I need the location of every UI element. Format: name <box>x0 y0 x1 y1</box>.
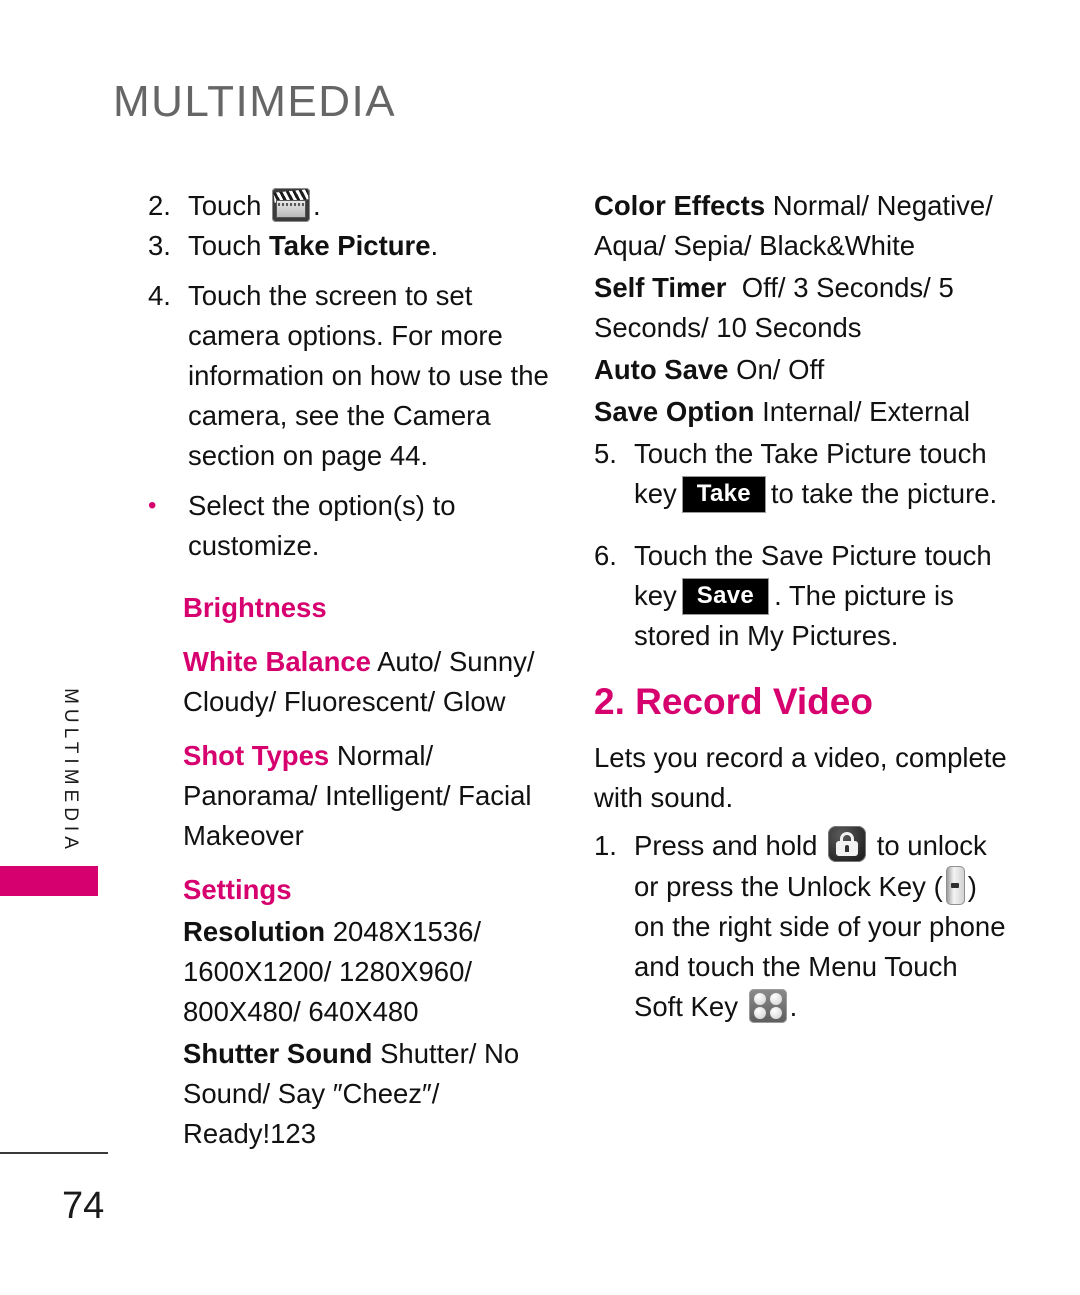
option-name: Auto Save <box>594 354 729 385</box>
list-item: 2. Touch . <box>148 186 558 226</box>
page-number: 74 <box>62 1185 105 1227</box>
option-self-timer: Self Timer Off/ 3 Seconds/ 5 Seconds/ 10… <box>594 268 1014 348</box>
list-item: 4. Touch the screen to set camera option… <box>148 276 558 476</box>
menu-touch-soft-key-icon <box>748 989 787 1023</box>
list-item: 5. Touch the Take Picture touch key Take t… <box>594 434 1014 514</box>
step-text-4: . <box>789 991 798 1022</box>
list-item: 1. Press and hold to unlock or press the… <box>594 826 1014 1027</box>
option-name: Settings <box>183 874 292 905</box>
step-marker: 4. <box>148 280 171 311</box>
step-text-tail: . <box>313 190 321 221</box>
step-text-tail: to take the picture. <box>770 478 998 509</box>
step-text: Select the option(s) to customize. <box>188 490 456 561</box>
option-name: Resolution <box>183 916 326 947</box>
section-heading-record-video: 2. Record Video <box>594 681 873 722</box>
save-key-badge[interactable]: Save <box>681 578 770 615</box>
option-resolution: Resolution 2048X1536/ 1600X1200/ 1280X96… <box>183 912 558 1032</box>
option-auto-save: Auto Save On/ Off <box>594 350 1014 390</box>
option-shutter-sound: Shutter Sound Shutter/ No Sound/ Say ″Ch… <box>183 1034 558 1154</box>
clapperboard-icon <box>272 188 311 222</box>
option-white-balance: White Balance Auto/ Sunny/ Cloudy/ Fluor… <box>183 642 558 722</box>
take-key-badge[interactable]: Take <box>681 476 766 513</box>
list-item: 3. Touch Take Picture. <box>148 226 558 266</box>
step-text-tail: . <box>430 230 439 261</box>
left-column: 2. Touch . 3. Touch Take Picture. 4. Touc… <box>148 186 558 1156</box>
right-column: Color Effects Normal/ Negative/ Aqua/ Se… <box>594 186 1014 1035</box>
option-name: Shutter Sound <box>183 1038 373 1069</box>
page-title: MULTIMEDIA <box>113 77 397 126</box>
step-text: Touch the screen to set camera options. … <box>188 280 549 471</box>
step-text: Touch <box>188 190 262 221</box>
step-marker: 2. <box>148 190 171 221</box>
option-name: Brightness <box>183 592 327 623</box>
step-marker: 3. <box>148 230 171 261</box>
option-values: Internal/ External <box>762 396 970 427</box>
option-settings: Settings <box>183 870 558 910</box>
footer-divider <box>0 1152 108 1154</box>
section-intro-text: Lets you record a video, complete with s… <box>594 742 1007 813</box>
option-name: White Balance <box>183 646 371 677</box>
step-marker: 6. <box>594 540 617 571</box>
option-name: Save Option <box>594 396 755 427</box>
list-item: • Select the option(s) to customize. <box>148 486 558 566</box>
option-name: Shot Types <box>183 740 330 771</box>
option-color-effects: Color Effects Normal/ Negative/ Aqua/ Se… <box>594 186 1014 266</box>
side-tab-label: MULTIMEDIA <box>60 688 81 854</box>
option-brightness: Brightness <box>183 588 558 628</box>
list-item: 6. Touch the Save Picture touch key Save.… <box>594 536 1014 656</box>
option-name: Self Timer <box>594 272 727 303</box>
step-text-emphasis: Take Picture <box>269 230 431 261</box>
step-marker: 1. <box>594 830 617 861</box>
step-text: Press and hold <box>634 830 818 861</box>
bullet-icon: • <box>148 492 157 519</box>
option-save-option: Save Option Internal/ External <box>594 392 1014 432</box>
option-shot-types: Shot Types Normal/ Panorama/ Intelligent… <box>183 736 558 856</box>
option-values: On/ Off <box>736 354 825 385</box>
step-text: Touch <box>188 230 270 261</box>
lock-icon <box>828 826 867 862</box>
step-marker: 5. <box>594 438 617 469</box>
side-unlock-key-icon <box>945 866 965 905</box>
side-tab-marker <box>0 866 98 896</box>
option-name: Color Effects <box>594 190 766 221</box>
